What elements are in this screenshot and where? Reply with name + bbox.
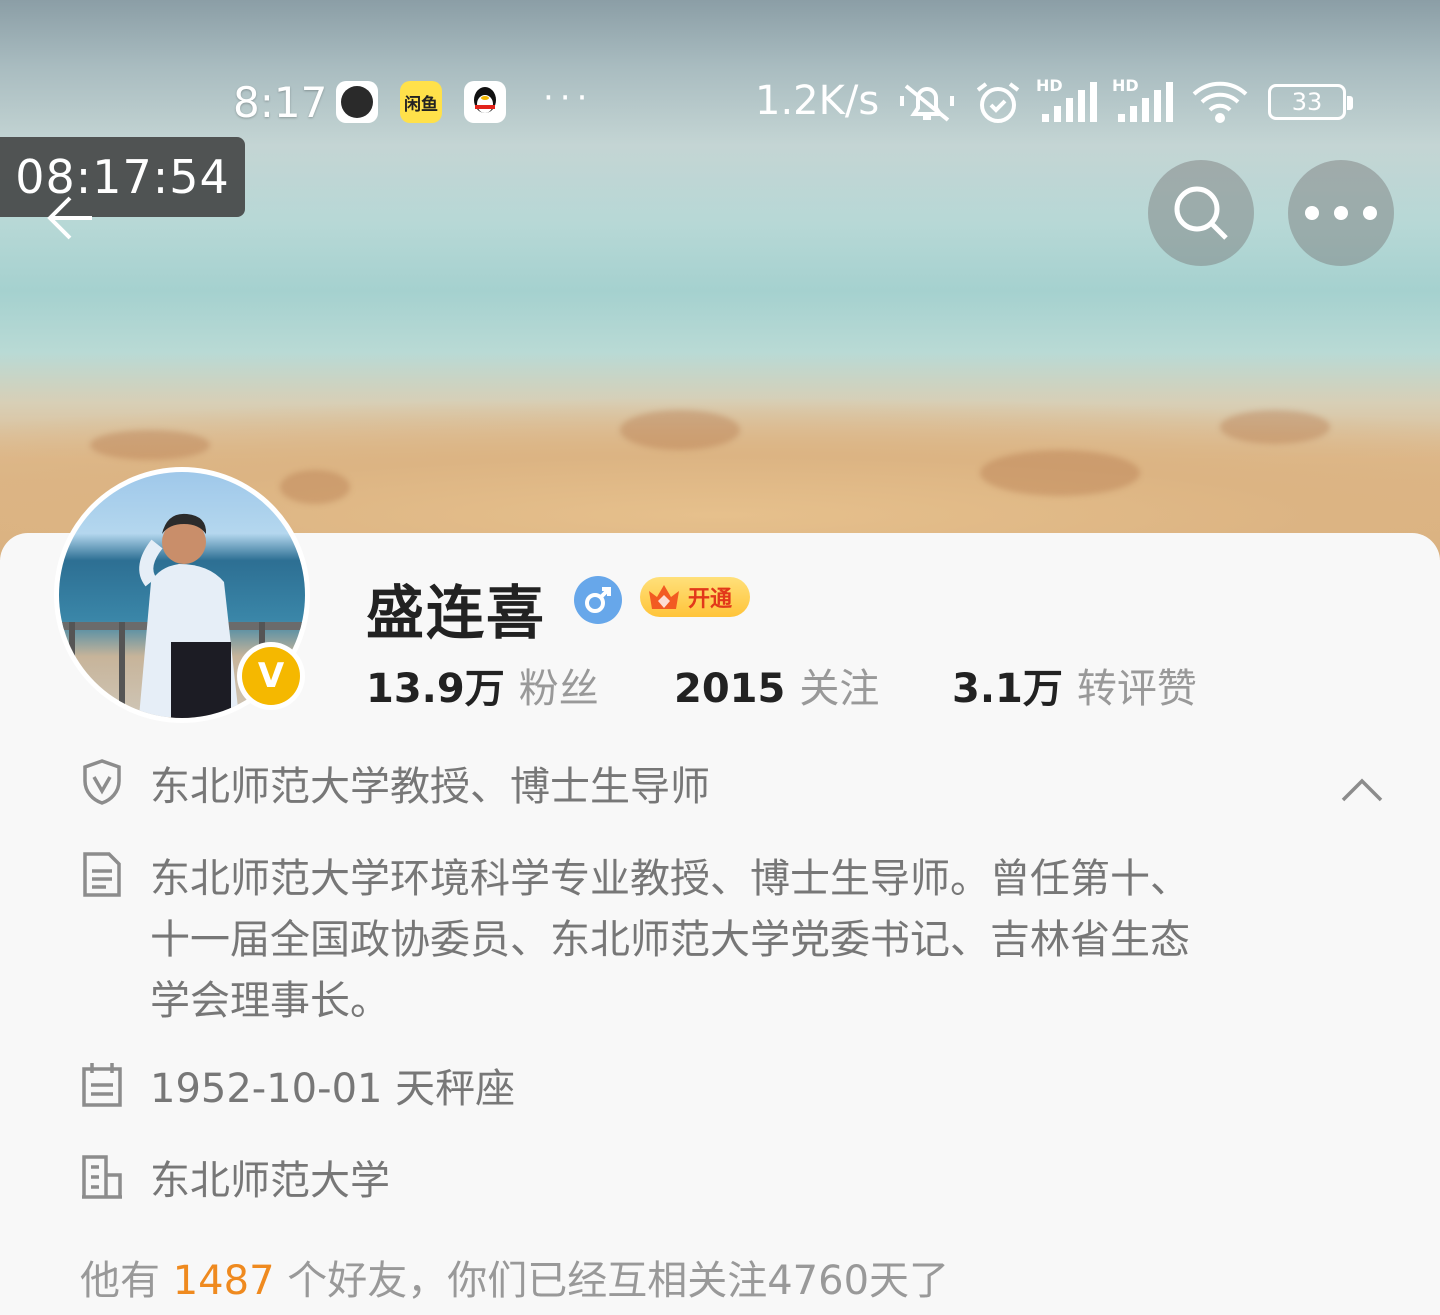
cover-detail: [980, 450, 1140, 496]
screenshot-clock: 08:17:54: [0, 137, 245, 217]
more-button[interactable]: [1288, 160, 1394, 266]
birthday-text: 1952-10-01 天秤座: [150, 1066, 516, 1112]
followers-count: 13.9万: [366, 666, 505, 712]
bio-line: 十一届全国政协委员、东北师范大学党委书记、吉林省生态: [150, 917, 1190, 963]
bio-line: 东北师范大学环境科学专业教授、博士生导师。曾任第十、: [150, 856, 1190, 902]
collapse-button[interactable]: [1340, 774, 1384, 804]
followers-stat[interactable]: 13.9万 粉丝: [366, 656, 599, 714]
vip-open-button[interactable]: 开通: [640, 577, 750, 617]
engagement-stat[interactable]: 3.1万 转评赞: [952, 656, 1197, 714]
friends-suffix: 个好友，你们已经互相关注4760天了: [287, 1258, 950, 1304]
more-dots-icon: [1305, 206, 1377, 220]
search-button[interactable]: [1148, 160, 1254, 266]
vip-label: 开通: [688, 587, 733, 612]
signal-icon-2: [1116, 80, 1176, 128]
verified-badge: V: [237, 642, 305, 710]
bio-row: 东北师范大学环境科学专业教授、博士生导师。曾任第十、 十一届全国政协委员、东北师…: [80, 849, 1190, 1032]
verified-v-icon: V: [242, 647, 300, 705]
bio-line: 学会理事长。: [150, 978, 390, 1024]
school-row: 东北师范大学: [80, 1151, 390, 1212]
male-gender-icon: [574, 576, 622, 624]
app-notification-icon: [336, 81, 378, 123]
building-icon: [82, 1155, 122, 1199]
qq-app-icon: [464, 81, 506, 123]
chevron-up-icon: [1341, 778, 1383, 802]
network-speed: 1.2K/s: [755, 78, 880, 124]
search-icon: [1174, 186, 1228, 240]
bio-text: 东北师范大学环境科学专业教授、博士生导师。曾任第十、 十一届全国政协委员、东北师…: [150, 849, 1190, 1032]
crown-icon: [649, 585, 679, 609]
following-label: 关注: [799, 666, 880, 712]
followers-label: 粉丝: [518, 666, 599, 712]
profile-name: 盛连喜: [366, 579, 547, 647]
alarm-icon: [972, 80, 1024, 130]
xianyu-app-icon: 闲鱼: [400, 81, 442, 123]
back-button[interactable]: [40, 190, 100, 250]
following-count: 2015: [674, 666, 786, 712]
calendar-icon: [82, 1063, 122, 1107]
battery-indicator: 33: [1268, 84, 1353, 120]
following-stat[interactable]: 2015 关注: [674, 656, 879, 714]
status-time: 8:17: [233, 78, 328, 127]
mute-icon: [898, 80, 956, 128]
document-icon: [83, 852, 121, 897]
engagement-label: 转评赞: [1076, 666, 1197, 712]
birthday-row: 1952-10-01 天秤座: [80, 1059, 515, 1120]
engagement-count: 3.1万: [952, 666, 1063, 712]
friends-prefix: 他有: [80, 1258, 160, 1304]
friends-count: 1487: [172, 1258, 275, 1304]
signal-icon: [1040, 80, 1100, 128]
more-notifications-icon: ···: [543, 78, 594, 118]
verification-row: 东北师范大学教授、博士生导师: [80, 757, 710, 818]
status-bar: 8:17 闲鱼 ··· 1.2K/s HD HD 33: [0, 70, 1440, 130]
verification-text: 东北师范大学教授、博士生导师: [150, 764, 710, 810]
shield-icon: [83, 759, 121, 805]
cover-detail: [620, 410, 740, 450]
cover-detail: [1220, 410, 1330, 444]
school-text: 东北师范大学: [150, 1158, 390, 1204]
wifi-icon: [1190, 80, 1252, 128]
cover-detail: [90, 430, 210, 460]
mutual-friends-line[interactable]: 他有 1487 个好友，你们已经互相关注4760天了: [80, 1248, 949, 1306]
back-arrow-icon: [47, 196, 92, 240]
